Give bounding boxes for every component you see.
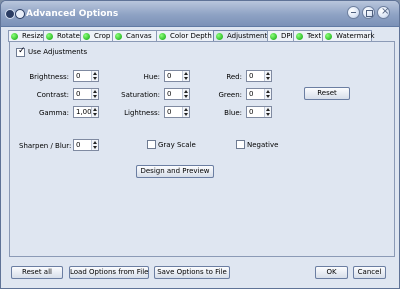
gray-scale-checkbox[interactable]: [147, 140, 156, 149]
reset-all-button[interactable]: Reset all: [11, 266, 63, 279]
sharpen-blur-label: Sharpen / Blur:: [19, 142, 72, 150]
green-label: Green:: [218, 91, 242, 99]
reset-button[interactable]: Reset: [304, 87, 350, 100]
ok-button[interactable]: OK: [315, 266, 348, 279]
spinner-arrows-icon[interactable]: [264, 71, 271, 81]
gray-scale-label: Gray Scale: [158, 141, 196, 149]
tab-status-icon: [270, 33, 277, 40]
load-options-button[interactable]: Load Options from File: [69, 266, 149, 279]
tab-status-icon: [159, 33, 166, 40]
brightness-label: Brightness:: [29, 73, 69, 81]
spinner-arrows-icon[interactable]: [91, 107, 98, 117]
gamma-stepper[interactable]: 1,00: [73, 106, 99, 118]
saturation-stepper[interactable]: 0: [164, 88, 190, 100]
maximize-icon[interactable]: [362, 6, 375, 19]
hue-label: Hue:: [143, 73, 160, 81]
red-label: Red:: [226, 73, 242, 81]
negative-label: Negative: [247, 141, 279, 149]
sharpen-blur-stepper[interactable]: 0: [73, 139, 99, 151]
advanced-options-window: Advanced Options Resize Rotate Crop Canv…: [0, 0, 400, 289]
tab-status-icon: [11, 33, 18, 40]
window-menu-icon[interactable]: [15, 9, 25, 19]
tab-status-icon: [83, 33, 90, 40]
cancel-button[interactable]: Cancel: [353, 266, 386, 279]
gamma-label: Gamma:: [39, 109, 69, 117]
design-and-preview-button[interactable]: Design and Preview: [136, 165, 214, 178]
saturation-label: Saturation:: [121, 91, 160, 99]
save-options-button[interactable]: Save Options to File: [154, 266, 230, 279]
tab-status-icon: [216, 33, 223, 40]
app-icon: [5, 9, 15, 19]
contrast-stepper[interactable]: 0: [73, 88, 99, 100]
spinner-arrows-icon[interactable]: [182, 89, 189, 99]
spinner-arrows-icon[interactable]: [91, 140, 98, 150]
brightness-stepper[interactable]: 0: [73, 70, 99, 82]
red-stepper[interactable]: 0: [246, 70, 272, 82]
lightness-stepper[interactable]: 0: [164, 106, 190, 118]
title-bar[interactable]: Advanced Options: [1, 1, 399, 27]
spinner-arrows-icon[interactable]: [182, 107, 189, 117]
spinner-arrows-icon[interactable]: [264, 107, 271, 117]
negative-checkbox[interactable]: [236, 140, 245, 149]
spinner-arrows-icon[interactable]: [182, 71, 189, 81]
tab-status-icon: [46, 33, 53, 40]
green-stepper[interactable]: 0: [246, 88, 272, 100]
adjustments-panel: Use Adjustments Brightness: 0 Contrast: …: [9, 41, 395, 257]
blue-label: Blue:: [224, 109, 242, 117]
tab-status-icon: [325, 33, 332, 40]
window-title: Advanced Options: [26, 9, 119, 19]
contrast-label: Contrast:: [36, 91, 69, 99]
blue-stepper[interactable]: 0: [246, 106, 272, 118]
tab-status-icon: [115, 33, 122, 40]
spinner-arrows-icon[interactable]: [91, 71, 98, 81]
lightness-label: Lightness:: [124, 109, 160, 117]
use-adjustments-label: Use Adjustments: [28, 48, 88, 56]
spinner-arrows-icon[interactable]: [264, 89, 271, 99]
minimize-icon[interactable]: [347, 6, 360, 19]
spinner-arrows-icon[interactable]: [91, 89, 98, 99]
hue-stepper[interactable]: 0: [164, 70, 190, 82]
close-icon[interactable]: [377, 6, 390, 19]
tab-status-icon: [296, 33, 303, 40]
use-adjustments-checkbox[interactable]: [16, 46, 26, 57]
